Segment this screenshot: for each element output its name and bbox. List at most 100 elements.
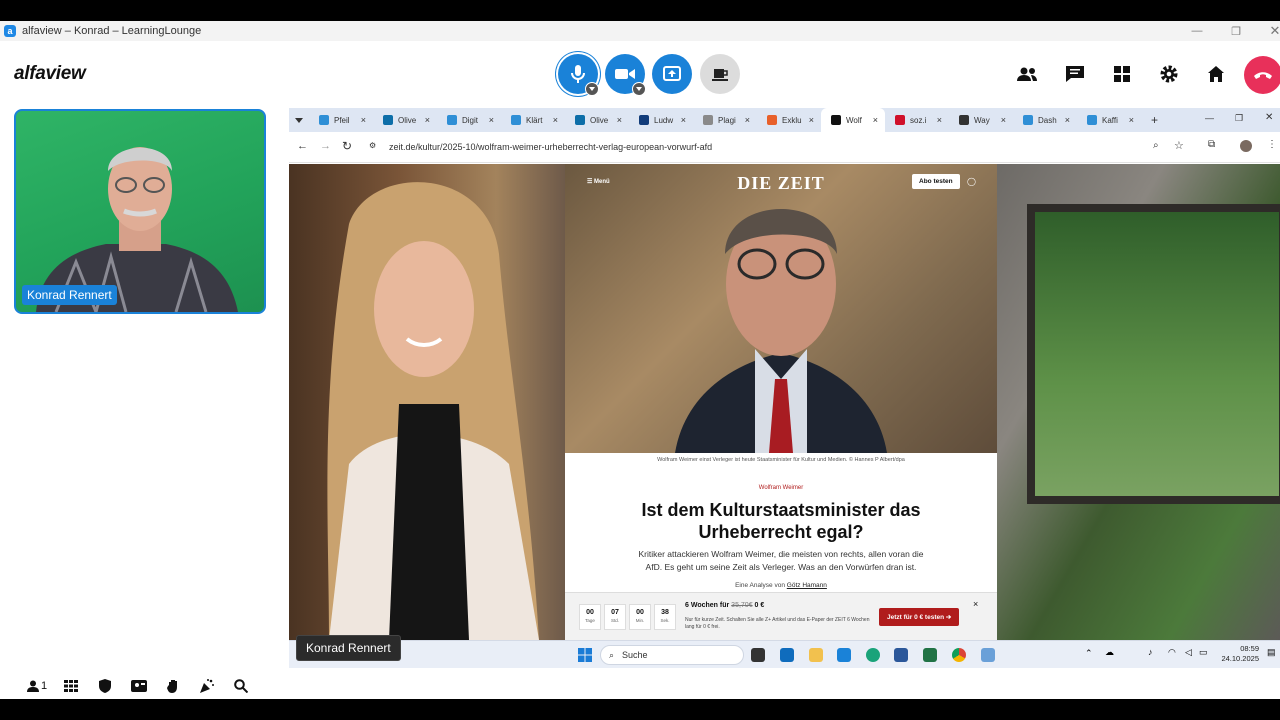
bookmark-star-icon[interactable]: ☆ [1174, 139, 1184, 152]
tab-close-icon[interactable]: × [1001, 115, 1006, 125]
security-button[interactable] [88, 679, 122, 693]
account-icon[interactable]: ◯ [967, 177, 976, 186]
close-icon[interactable]: ✕ [1260, 21, 1280, 41]
minimize-icon[interactable]: — [1182, 21, 1212, 41]
taskbar-clock[interactable]: 08:59 24.10.2025 [1221, 644, 1259, 664]
tab-close-icon[interactable]: × [937, 115, 942, 125]
reactions-button[interactable] [190, 679, 224, 693]
maximize-icon[interactable]: ❐ [1221, 21, 1251, 41]
browser-tab[interactable]: Pfeil × [309, 108, 373, 132]
extensions-icon[interactable]: ⧉ [1208, 139, 1215, 150]
microphone-options-button[interactable] [585, 82, 599, 96]
mic-tray-icon[interactable]: ♪ [1148, 647, 1153, 657]
back-icon[interactable]: ← [297, 140, 308, 152]
participants-button[interactable] [1015, 62, 1039, 86]
alfaview-window: a alfaview – Konrad – LearningLounge — ❐… [0, 0, 1280, 720]
tab-search-button[interactable] [289, 108, 309, 132]
chat-button[interactable] [1063, 62, 1087, 86]
apps-button[interactable] [1110, 62, 1134, 86]
profile-avatar[interactable] [1240, 140, 1252, 152]
outlook-icon[interactable] [780, 648, 794, 662]
wifi-icon[interactable]: ◠ [1168, 647, 1176, 658]
volume-icon[interactable]: ◁ [1185, 647, 1192, 658]
reload-icon[interactable]: ↻ [342, 139, 352, 153]
windows-start-icon[interactable] [578, 648, 592, 662]
browser-tab[interactable]: Olive × [565, 108, 629, 132]
task-view-icon[interactable] [751, 648, 765, 662]
camera-options-button[interactable] [632, 82, 646, 96]
tab-close-icon[interactable]: × [1065, 115, 1070, 125]
browser-tab[interactable]: Dash × [1013, 108, 1077, 132]
raise-hand-button[interactable] [156, 679, 190, 693]
browser-tab[interactable]: Plagi × [693, 108, 757, 132]
tab-favicon-icon [447, 115, 457, 125]
settings-button[interactable] [1157, 62, 1181, 86]
snipping-tool-icon[interactable] [981, 648, 995, 662]
tab-label: Plagi [718, 115, 736, 125]
tab-close-icon[interactable]: × [809, 115, 814, 125]
alfaview-taskbar-icon[interactable] [837, 648, 851, 662]
video-card-icon [131, 680, 147, 692]
chrome-icon[interactable] [952, 648, 966, 662]
tab-close-icon[interactable]: × [617, 115, 622, 125]
home-button[interactable] [1204, 62, 1228, 86]
screenshare-button[interactable] [652, 54, 692, 94]
browser-tab[interactable]: Wolf × [821, 108, 885, 132]
site-info-icon[interactable]: ⚙ [369, 141, 376, 150]
file-explorer-icon[interactable] [809, 648, 823, 662]
subscribe-button[interactable]: Abo testen [912, 174, 960, 189]
browser-tab[interactable]: Digit × [437, 108, 501, 132]
tab-close-icon[interactable]: × [873, 115, 878, 125]
browser-tab-strip: Pfeil × Olive × Digit × Klärt × Olive × Ludw × Plagi… [289, 108, 1280, 132]
browser-tab[interactable]: Exklu × [757, 108, 821, 132]
tab-close-icon[interactable]: × [425, 115, 430, 125]
edge-icon[interactable] [866, 648, 880, 662]
windows-taskbar: ⌕ Suche ⌃ ☁ ♪ ◠ ◁ ▭ 08:59 24.10.2025 ▤ [289, 640, 1280, 668]
promo-banner: 00 Tage 07 Std. 00 Min. 38 Sek. 6 Wochen für… [565, 592, 997, 640]
browser-menu-icon[interactable]: ⋮ [1267, 139, 1277, 150]
tab-close-icon[interactable]: × [489, 115, 494, 125]
taskbar-search[interactable]: ⌕ Suche [600, 645, 744, 665]
excel-icon[interactable] [923, 648, 937, 662]
zoom-icon[interactable]: ⌕ [1153, 140, 1159, 151]
tab-label: Dash [1038, 115, 1057, 125]
onedrive-icon[interactable]: ☁ [1105, 647, 1114, 658]
whiteboard-button[interactable] [700, 54, 740, 94]
url-field[interactable]: zeit.de/kultur/2025-10/wolfram-weimer-ur… [389, 142, 712, 152]
browser-minimize-icon[interactable]: — [1205, 113, 1214, 123]
browser-tab[interactable]: Ludw × [629, 108, 693, 132]
trial-cta-button[interactable]: Jetzt für 0 € testen ➔ [879, 608, 960, 626]
browser-tab[interactable]: Olive × [373, 108, 437, 132]
tab-label: Ludw [654, 115, 674, 125]
tab-close-icon[interactable]: × [681, 115, 686, 125]
new-tab-button[interactable]: + [1141, 108, 1165, 132]
tab-close-icon[interactable]: × [553, 115, 558, 125]
browser-tab[interactable]: soz.i × [885, 108, 949, 132]
browser-tab[interactable]: Way × [949, 108, 1013, 132]
byline-author-link[interactable]: Götz Hamann [787, 582, 827, 589]
hangup-button[interactable] [1244, 56, 1280, 94]
zoom-search-button[interactable] [224, 679, 258, 693]
tray-chevron-icon[interactable]: ⌃ [1085, 648, 1093, 659]
forward-icon[interactable]: → [320, 140, 331, 152]
notifications-icon[interactable]: ▤ [1267, 647, 1276, 658]
browser-close-icon[interactable]: ✕ [1265, 112, 1273, 123]
tab-label: Digit [462, 115, 479, 125]
participants-count-button[interactable]: 1 [20, 680, 54, 692]
tab-close-icon[interactable]: × [361, 115, 366, 125]
countdown-seconds: 38 Sek. [654, 604, 676, 630]
tab-favicon-icon [511, 115, 521, 125]
word-icon[interactable] [894, 648, 908, 662]
image-caption: Wolfram Weimer einst Verleger ist heute … [657, 457, 905, 463]
tab-label: soz.i [910, 115, 927, 125]
video-settings-button[interactable] [122, 680, 156, 692]
keypad-button[interactable] [54, 680, 88, 692]
browser-tab[interactable]: Klärt × [501, 108, 565, 132]
tab-close-icon[interactable]: × [745, 115, 750, 125]
participant-video[interactable]: Konrad Rennert [14, 109, 266, 314]
browser-maximize-icon[interactable]: ❐ [1235, 113, 1243, 124]
browser-tab[interactable]: Kaffi × [1077, 108, 1141, 132]
tab-close-icon[interactable]: × [1129, 115, 1134, 125]
promo-close-icon[interactable]: × [973, 599, 978, 609]
battery-icon[interactable]: ▭ [1199, 647, 1208, 658]
